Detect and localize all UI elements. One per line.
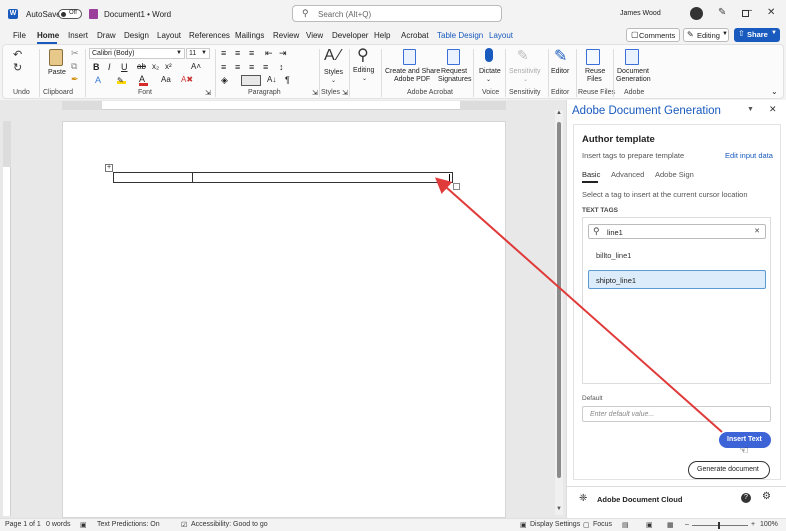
- display-settings-icon[interactable]: ▣: [520, 521, 527, 529]
- accessibility-icon[interactable]: ☑: [181, 521, 187, 529]
- text-predictions-status[interactable]: Text Predictions: On: [97, 521, 160, 528]
- page-count[interactable]: Page 1 of 1: [5, 521, 41, 528]
- display-settings[interactable]: Display Settings: [530, 521, 580, 528]
- zoom-slider-thumb[interactable]: [718, 522, 720, 529]
- proofing-icon[interactable]: ▣: [80, 521, 87, 529]
- word-count[interactable]: 0 words: [46, 521, 71, 528]
- zoom-in-icon[interactable]: +: [751, 521, 755, 528]
- annotation-arrow-line: [435, 177, 723, 433]
- zoom-level[interactable]: 100%: [760, 521, 778, 528]
- read-mode-icon[interactable]: ▤: [622, 521, 629, 529]
- focus-icon[interactable]: ▢: [583, 521, 590, 529]
- annotation-arrow: [435, 177, 723, 433]
- print-layout-icon[interactable]: ▣: [646, 521, 653, 529]
- zoom-out-icon[interactable]: –: [685, 521, 689, 528]
- zoom-slider[interactable]: [692, 522, 748, 529]
- focus-mode[interactable]: Focus: [593, 521, 612, 528]
- accessibility-status[interactable]: Accessibility: Good to go: [191, 521, 268, 528]
- status-bar: Page 1 of 1 0 words ▣ Text Predictions: …: [0, 518, 786, 531]
- web-layout-icon[interactable]: ▦: [667, 521, 674, 529]
